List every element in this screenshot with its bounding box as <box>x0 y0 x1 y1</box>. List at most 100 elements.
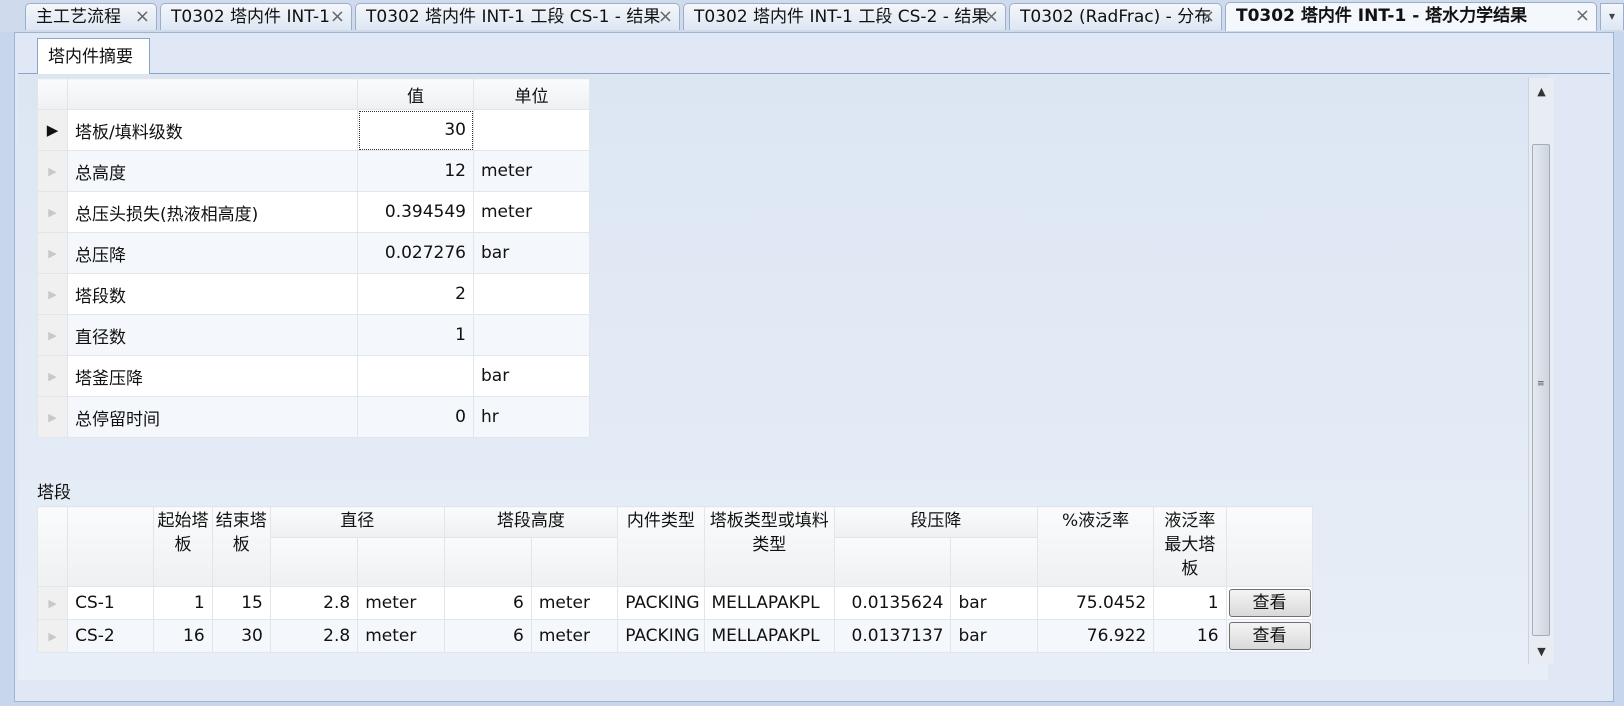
scrollbar-thumb[interactable]: ≡ <box>1532 144 1550 636</box>
tab-radfrac-profiles[interactable]: T0302 (RadFrac) - 分布 × <box>1009 3 1222 30</box>
row-selector[interactable]: ▶ <box>36 586 69 620</box>
section-pressure-drop[interactable]: 0.0135624 <box>834 586 952 620</box>
summary-unit: bar <box>473 355 590 397</box>
row-header-corner <box>37 78 68 110</box>
tab-label: T0302 塔内件 INT-1 <box>171 7 330 27</box>
section-height-unit: meter <box>530 586 619 620</box>
unit-column-header: 单位 <box>473 78 590 110</box>
tab-cs2-results[interactable]: T0302 塔内件 INT-1 工段 CS-2 - 结果 × <box>683 3 1006 30</box>
start-tray-column-header: 起始塔板 <box>153 506 213 587</box>
height-value-subheader <box>443 536 532 588</box>
summary-unit <box>473 314 590 356</box>
summary-label: 总高度 <box>67 150 358 192</box>
row-selector[interactable]: ▶ <box>36 619 69 653</box>
close-icon[interactable]: × <box>330 4 345 30</box>
dp-value-subheader <box>834 536 952 588</box>
diameter-unit-subheader <box>357 536 445 588</box>
view-button[interactable]: 查看 <box>1228 622 1311 650</box>
diameter-value-subheader <box>269 536 359 588</box>
summary-label: 塔板/填料级数 <box>67 109 358 151</box>
summary-label: 塔釜压降 <box>67 355 358 397</box>
summary-label: 总压头损失(热液相高度) <box>67 191 358 233</box>
section-name: CS-1 <box>67 586 155 620</box>
row-header-corner <box>36 506 69 587</box>
summary-unit: meter <box>473 191 590 233</box>
scroll-down-icon[interactable]: ▼ <box>1529 642 1554 662</box>
section-diameter-unit: meter <box>357 619 445 653</box>
summary-value[interactable]: 1 <box>357 314 474 356</box>
section-end-tray[interactable]: 15 <box>211 586 271 620</box>
pressure-drop-column-header: 段压降 <box>834 506 1038 538</box>
tab-internals-int1[interactable]: T0302 塔内件 INT-1 × <box>160 3 352 30</box>
section-height-unit: meter <box>530 619 619 653</box>
summary-unit <box>473 109 590 151</box>
height-unit-subheader <box>530 536 619 588</box>
summary-value[interactable]: 0.027276 <box>357 232 474 274</box>
close-icon[interactable]: × <box>984 4 999 30</box>
section-flooding[interactable]: 76.922 <box>1036 619 1155 653</box>
section-dp-unit: bar <box>950 586 1038 620</box>
summary-value[interactable]: 12 <box>357 150 474 192</box>
section-max-flood-tray[interactable]: 1 <box>1153 586 1227 620</box>
tab-label: 主工艺流程 <box>36 7 121 27</box>
max-flood-tray-column-header: 液泛率最大塔板 <box>1153 506 1227 587</box>
row-selector[interactable]: ▶ <box>37 355 68 397</box>
scroll-up-icon[interactable]: ▲ <box>1529 82 1554 102</box>
summary-value[interactable]: 2 <box>357 273 474 315</box>
summary-label: 总压降 <box>67 232 358 274</box>
internal-type-column-header: 内件类型 <box>617 506 705 587</box>
row-selector[interactable]: ▶ <box>37 273 68 315</box>
dp-unit-subheader <box>950 536 1038 588</box>
row-selector[interactable]: ▶ <box>37 191 68 233</box>
summary-label: 直径数 <box>67 314 358 356</box>
summary-unit <box>473 273 590 315</box>
tray-type-column-header: 塔板类型或填料类型 <box>703 506 836 587</box>
section-tray-type: MELLAPAKPL <box>703 586 836 620</box>
row-selector[interactable]: ▶ <box>37 314 68 356</box>
flooding-column-header: %液泛率 <box>1036 506 1155 587</box>
section-max-flood-tray[interactable]: 16 <box>1153 619 1227 653</box>
section-diameter[interactable]: 2.8 <box>269 619 359 653</box>
summary-value[interactable] <box>357 355 474 397</box>
tab-cs1-results[interactable]: T0302 塔内件 INT-1 工段 CS-1 - 结果 × <box>355 3 680 30</box>
close-icon[interactable]: × <box>1575 3 1590 29</box>
row-selector[interactable]: ▶ <box>37 232 68 274</box>
sections-table: 起始塔板 结束塔板 直径 塔段高度 内件类型 塔板类型或填料类型 段压降 %液泛… <box>36 506 1314 653</box>
view-button[interactable]: 查看 <box>1228 589 1311 617</box>
end-tray-column-header: 结束塔板 <box>211 506 271 587</box>
close-icon[interactable]: × <box>1200 4 1215 30</box>
summary-value[interactable]: 30 <box>357 109 474 151</box>
section-height[interactable]: 6 <box>443 619 532 653</box>
value-column-header: 值 <box>357 78 474 110</box>
section-internal-type: PACKING <box>617 619 705 653</box>
summary-value[interactable]: 0 <box>357 396 474 438</box>
close-icon[interactable]: × <box>135 4 150 30</box>
section-start-tray[interactable]: 1 <box>153 586 213 620</box>
tab-hydraulics-results[interactable]: T0302 塔内件 INT-1 - 塔水力学结果 × <box>1225 2 1597 31</box>
section-start-tray[interactable]: 16 <box>153 619 213 653</box>
tab-overflow-icon[interactable]: ▾ <box>1600 3 1624 30</box>
document-tab-strip: 主工艺流程 × T0302 塔内件 INT-1 × T0302 塔内件 INT-… <box>0 0 1624 32</box>
tab-label: T0302 塔内件 INT-1 - 塔水力学结果 <box>1236 6 1528 26</box>
vertical-scrollbar[interactable]: ▲ ≡ ▼ <box>1528 78 1554 664</box>
label-column-header <box>67 78 358 110</box>
tab-main-flowsheet[interactable]: 主工艺流程 × <box>25 3 157 30</box>
section-dp-unit: bar <box>950 619 1038 653</box>
summary-table: 值 单位 ▶ 塔板/填料级数 30 ▶ 总高度 12 meter ▶ 总压头损失… <box>37 78 590 438</box>
section-flooding[interactable]: 75.0452 <box>1036 586 1155 620</box>
row-pointer-icon[interactable]: ▶ <box>37 109 68 151</box>
section-diameter[interactable]: 2.8 <box>269 586 359 620</box>
tab-label: T0302 塔内件 INT-1 工段 CS-1 - 结果 <box>366 7 661 27</box>
section-pressure-drop[interactable]: 0.0137137 <box>834 619 952 653</box>
subtab-internals-summary[interactable]: 塔内件摘要 <box>37 38 150 74</box>
section-height[interactable]: 6 <box>443 586 532 620</box>
section-name: CS-2 <box>67 619 155 653</box>
grip-icon: ≡ <box>1537 379 1545 389</box>
tab-label: T0302 (RadFrac) - 分布 <box>1020 7 1212 27</box>
summary-label: 总停留时间 <box>67 396 358 438</box>
row-selector[interactable]: ▶ <box>37 396 68 438</box>
summary-value[interactable]: 0.394549 <box>357 191 474 233</box>
section-end-tray[interactable]: 30 <box>211 619 271 653</box>
close-icon[interactable]: × <box>658 4 673 30</box>
row-selector[interactable]: ▶ <box>37 150 68 192</box>
